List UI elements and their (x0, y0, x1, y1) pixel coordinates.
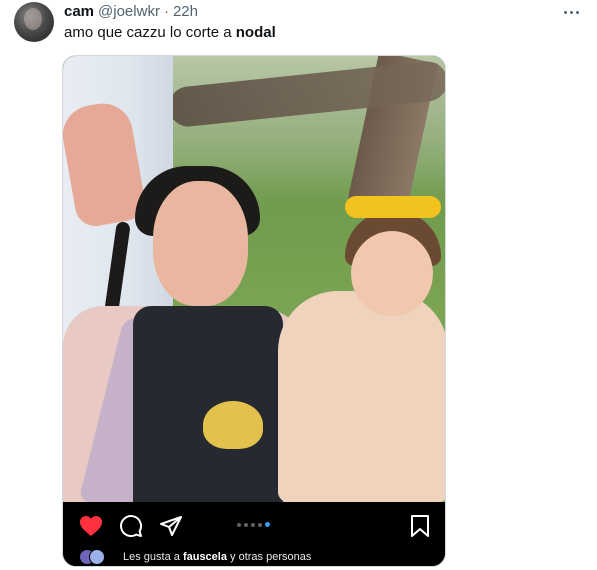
tweet-text-bold: nodal (235, 24, 276, 41)
tweet-text-plain: amo que cazzu lo corte a (64, 24, 236, 41)
liker-avatar (89, 549, 105, 565)
likes-user[interactable]: fauscela (183, 551, 227, 563)
photo-shirt (133, 306, 283, 502)
photo-baby-body (278, 291, 445, 502)
share-icon[interactable] (159, 514, 183, 538)
photo-yellow-bow (345, 196, 441, 218)
media-photo[interactable] (63, 56, 445, 502)
author-avatar[interactable] (14, 2, 54, 42)
pager-dot[interactable] (258, 522, 262, 527)
pager-dot[interactable] (251, 522, 255, 527)
embedded-media-card[interactable]: Les gusta a fauscela y otras personas (62, 55, 446, 567)
pager-dot[interactable] (244, 522, 248, 527)
tweet-text: amo que cazzu lo corte a nodal (64, 24, 276, 41)
author-display-name[interactable]: cam (64, 3, 94, 20)
comment-icon[interactable] (119, 514, 143, 538)
more-options-icon[interactable] (560, 6, 582, 18)
tweet-header: cam @joelwkr · 22h (64, 3, 198, 21)
likes-suffix: y otras personas (226, 551, 312, 563)
tweet[interactable]: cam @joelwkr · 22h amo que cazzu lo cort… (0, 0, 597, 570)
carousel-pager[interactable] (237, 522, 270, 527)
author-handle[interactable]: @joelwkr (98, 3, 160, 20)
bookmark-icon[interactable] (409, 514, 431, 538)
likes-text: Les gusta a fauscela y otras personas (123, 551, 311, 563)
likes-row[interactable]: Les gusta a fauscela y otras personas (79, 548, 311, 566)
photo-woman-face (153, 181, 248, 306)
tweet-timestamp[interactable]: 22h (173, 3, 198, 20)
pager-dot[interactable] (237, 522, 241, 527)
pager-dot-active[interactable] (265, 522, 270, 527)
heart-icon[interactable] (79, 515, 103, 537)
photo-baby-face (351, 231, 433, 316)
photo-shirt-print (203, 401, 263, 449)
likes-prefix: Les gusta a (123, 551, 183, 563)
liker-avatars (79, 548, 113, 566)
header-separator: · (163, 3, 169, 20)
media-action-bar: Les gusta a fauscela y otras personas (63, 502, 445, 566)
